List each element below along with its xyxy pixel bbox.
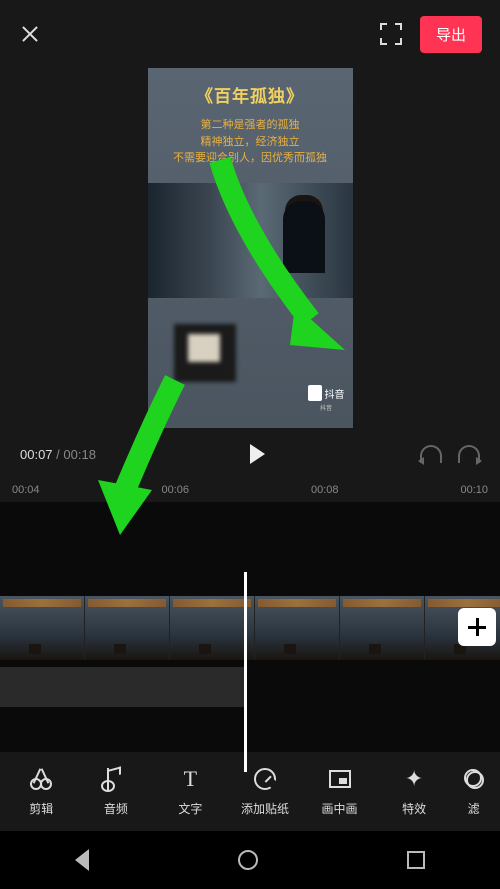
nav-back-button[interactable]	[75, 849, 89, 871]
undo-button[interactable]	[420, 445, 442, 463]
pip-icon	[329, 770, 351, 788]
video-preview[interactable]: 《百年孤独》 第二种是强者的孤独 精神独立，经济独立 不需要迎合别人，因优秀而孤…	[148, 68, 353, 428]
douyin-icon	[308, 385, 322, 401]
clip-thumbnail[interactable]	[0, 596, 85, 660]
preview-blur-block	[174, 324, 236, 382]
preview-title: 《百年孤独》	[196, 87, 304, 106]
douyin-watermark: 抖音 抖音	[308, 385, 345, 412]
clip-thumbnail[interactable]	[85, 596, 170, 660]
tab-audio[interactable]: 音频	[86, 766, 146, 817]
preview-subtitle-3: 不需要迎合别人，因优秀而孤独	[156, 150, 345, 167]
system-nav-bar	[0, 831, 500, 889]
filter-icon	[464, 769, 484, 789]
redo-button[interactable]	[458, 445, 480, 463]
close-button[interactable]	[18, 22, 42, 46]
toolbar: 剪辑 音频 T 文字 添加贴纸 画中画 ✦ 特效 滤	[0, 752, 500, 831]
add-clip-button[interactable]	[458, 608, 496, 646]
play-button[interactable]	[250, 444, 265, 464]
tab-cut[interactable]: 剪辑	[11, 766, 71, 817]
clip-thumbnail[interactable]	[255, 596, 340, 660]
preview-subtitle-1: 第二种是强者的孤独	[156, 117, 345, 134]
tab-pip[interactable]: 画中画	[310, 766, 370, 817]
text-icon: T	[184, 766, 197, 792]
timeline[interactable]	[0, 502, 500, 792]
clip-track[interactable]	[0, 596, 500, 660]
clip-thumbnail[interactable]	[340, 596, 425, 660]
timeline-ruler: 00:04 00:06 00:08 00:10	[0, 476, 500, 500]
audio-track[interactable]	[0, 667, 244, 707]
time-display: 00:07 / 00:18	[20, 447, 96, 462]
preview-subtitle-2: 精神独立，经济独立	[156, 134, 345, 151]
nav-recent-button[interactable]	[407, 851, 425, 869]
export-button[interactable]: 导出	[420, 16, 482, 53]
tab-sticker[interactable]: 添加贴纸	[235, 766, 295, 817]
tab-text[interactable]: T 文字	[160, 766, 220, 817]
clip-thumbnail[interactable]	[170, 596, 255, 660]
music-icon	[107, 768, 125, 790]
tab-fx[interactable]: ✦ 特效	[384, 766, 444, 817]
nav-home-button[interactable]	[238, 850, 258, 870]
sticker-icon	[254, 768, 276, 790]
playhead[interactable]	[244, 572, 247, 772]
tab-filter[interactable]: 滤	[459, 766, 489, 817]
star-icon: ✦	[405, 766, 423, 792]
scissors-icon	[30, 768, 52, 790]
fullscreen-icon[interactable]	[380, 23, 402, 45]
preview-scene	[148, 183, 353, 298]
